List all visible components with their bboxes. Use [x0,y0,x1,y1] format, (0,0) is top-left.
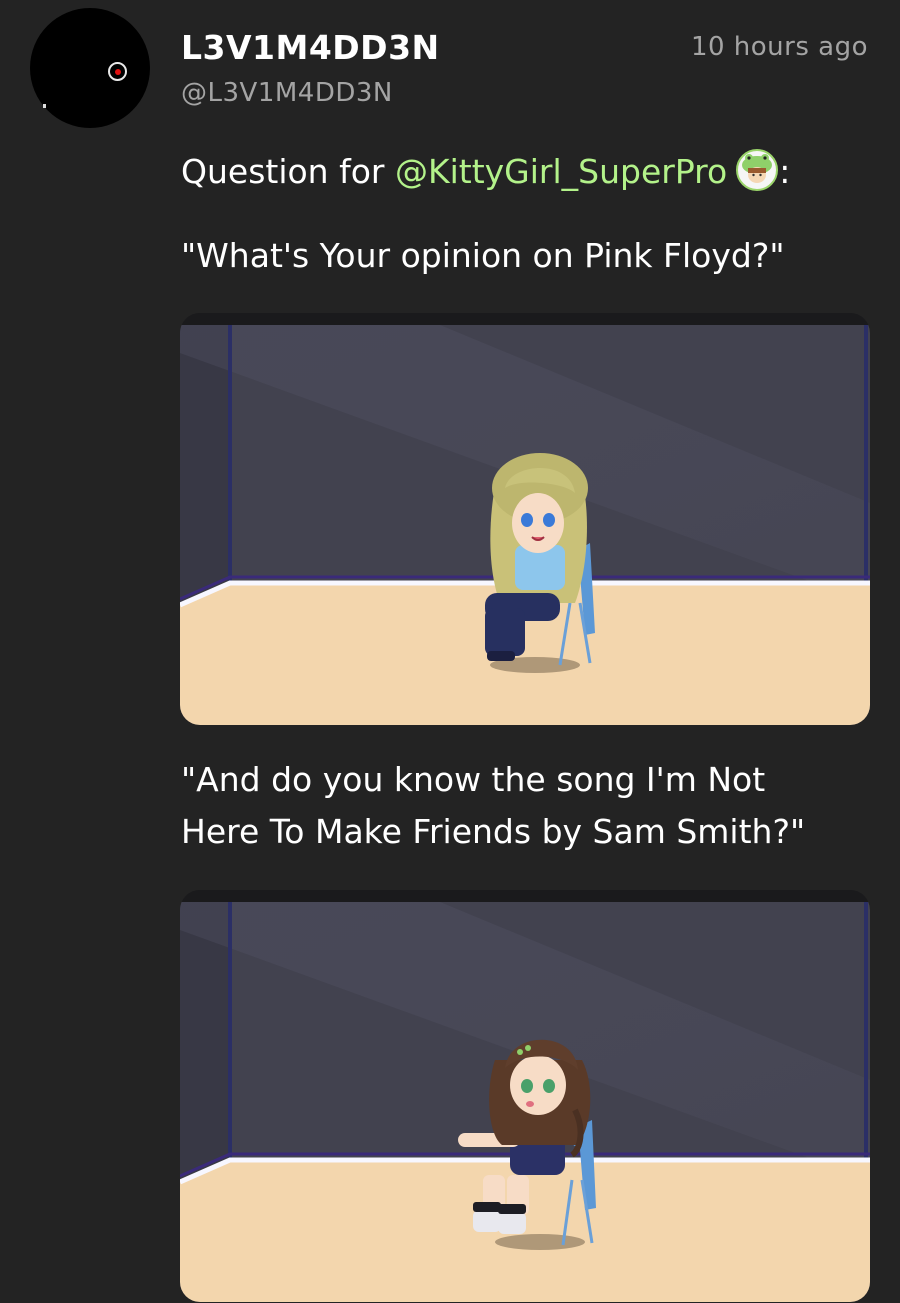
author-display-name[interactable]: L3V1M4DD3N [181,28,440,67]
frog-hat-avatar-icon[interactable] [735,148,779,192]
quote-2-line-1: "And do you know the song I'm Not [181,760,766,799]
record-dot-icon [108,62,127,81]
quote-1-text: "What's Your opinion on Pink Floyd?" [181,236,785,275]
post-timestamp: 10 hours ago [690,32,868,62]
question-line: Question for @KittyGirl_SuperPro : [181,148,791,192]
question-prefix: Question for [181,152,395,191]
quote-2-line-2: Here To Make Friends by Sam Smith?" [181,812,806,851]
question-suffix: : [779,152,791,191]
author-handle[interactable]: @L3V1M4DD3N [181,78,393,108]
author-avatar[interactable] [30,8,150,128]
attached-image-1[interactable] [180,313,870,725]
user-mention-link[interactable]: @KittyGirl_SuperPro [395,152,727,191]
attached-image-2[interactable] [180,890,870,1302]
